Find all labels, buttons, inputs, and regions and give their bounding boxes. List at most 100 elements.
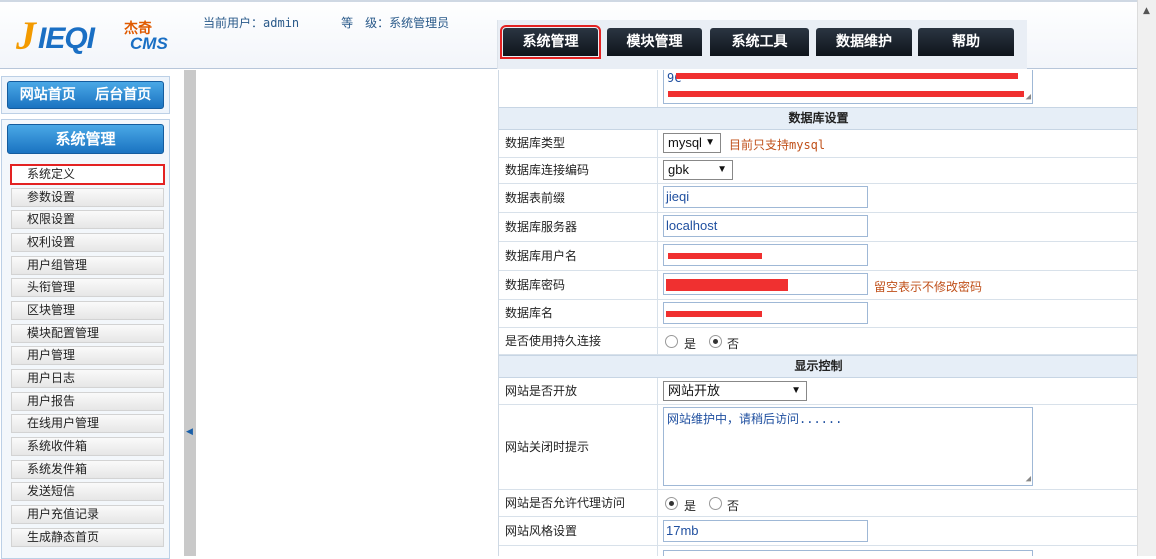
db-user-label: 数据库用户名 [499,242,658,270]
row-site-close-tip: 网站关闭时提示 网站维护中，请稍后访问...... ◢ [499,405,1137,490]
main-nav-tabs: 系统管理 模块管理 系统工具 数据维护 帮助 [497,20,1027,69]
admin-home-link[interactable]: 后台首页 [95,87,151,103]
system-definition-form: 9C ◢ 数据库设置 数据库类型 mysql ▼ 目前只支持mysql 数据库连接… [498,70,1137,556]
db-charset-select[interactable]: gbk ▼ [663,160,733,180]
row-db-name: 数据库名 [499,300,1137,328]
site-style-label: 网站风格设置 [499,517,658,545]
previous-textarea[interactable]: 9C ◢ [663,70,1033,104]
db-persistent-label: 是否使用持久连接 [499,328,658,354]
dropdown-caret-icon: ▼ [705,137,715,148]
site-home-link[interactable]: 网站首页 [20,87,76,103]
redaction-bar [666,279,788,291]
proxy-access-no-radio[interactable] [709,497,722,510]
sidebar-item-system-definition[interactable]: 系统定义 [10,164,165,185]
dropdown-caret-icon: ▼ [791,385,801,396]
db-type-label: 数据库类型 [499,130,658,157]
section-database-settings: 数据库设置 [499,107,1137,130]
tab-help[interactable]: 帮助 [918,28,1014,56]
sidebar-item-blocks[interactable]: 区块管理 [11,301,164,320]
sidebar-item-permission-settings[interactable]: 权限设置 [11,210,164,229]
resize-grip-icon[interactable]: ◢ [1026,92,1031,102]
sidebar-item-users[interactable]: 用户管理 [11,346,164,365]
site-open-select[interactable]: 网站开放 ▼ [663,381,807,401]
logo-ieqi: IEQI [38,22,95,55]
jieqi-cms-logo: J IEQI 杰奇 CMS [10,12,185,58]
db-persistent-no-label: 否 [727,337,740,351]
db-type-note: 目前只支持mysql [729,138,826,152]
db-user-input[interactable] [663,244,868,266]
db-type-value: mysql [668,135,702,150]
proxy-access-yes-label: 是 [684,499,697,513]
proxy-access-no-label: 否 [727,499,740,513]
sidebar-item-titles[interactable]: 头衔管理 [11,278,164,297]
site-close-tip-text: 网站维护中，请稍后访问...... [667,412,843,426]
sidebar-item-system-outbox[interactable]: 系统发件箱 [11,460,164,479]
row-db-prefix: 数据表前缀 jieqi [499,184,1137,213]
sidebar-item-generate-static-home[interactable]: 生成静态首页 [11,528,164,547]
db-charset-value: gbk [668,162,689,177]
row-db-password: 数据库密码 留空表示不修改密码 [499,271,1137,300]
site-open-value: 网站开放 [668,383,721,398]
sidebar-item-parameter-settings[interactable]: 参数设置 [11,188,164,207]
system-menu-panel: 系统管理 系统定义 参数设置 权限设置 权利设置 用户组管理 头衔管理 区块管理… [1,119,170,559]
db-prefix-input[interactable]: jieqi [663,186,868,208]
sidebar-item-online-users[interactable]: 在线用户管理 [11,414,164,433]
section-display-control: 显示控制 [499,355,1137,378]
row-previous-textarea: 9C ◢ [499,70,1137,108]
db-password-note: 留空表示不修改密码 [874,280,983,294]
db-persistent-yes-label: 是 [684,337,697,351]
collapse-arrow-icon[interactable]: ◀ [186,427,193,437]
sidebar-item-recharge-records[interactable]: 用户充值记录 [11,505,164,524]
row-site-open: 网站是否开放 网站开放 ▼ [499,378,1137,405]
page-scrollbar[interactable]: ▲ [1137,0,1156,556]
db-name-label: 数据库名 [499,300,658,327]
tab-data-maintenance[interactable]: 数据维护 [816,28,912,56]
next-textarea[interactable] [663,550,1033,556]
sidebar: 网站首页 后台首页 系统管理 系统定义 参数设置 权限设置 权利设置 用户组管理… [0,70,172,559]
proxy-access-yes-radio[interactable] [665,497,678,510]
quick-links-box: 网站首页 后台首页 [1,76,170,114]
tab-system-tools[interactable]: 系统工具 [710,28,809,56]
sidebar-item-user-reports[interactable]: 用户报告 [11,392,164,411]
header: J IEQI 杰奇 CMS 当前用户：admin 等 级：系统管理员 系统管理 模… [0,0,1156,69]
row-db-type: 数据库类型 mysql ▼ 目前只支持mysql [499,130,1137,158]
site-close-tip-textarea[interactable]: 网站维护中，请稍后访问...... ◢ [663,407,1033,486]
sidebar-item-user-groups[interactable]: 用户组管理 [11,256,164,275]
row-next-field [499,546,1137,556]
row-db-persistent: 是否使用持久连接 是 否 [499,328,1137,355]
logo-j: J [16,13,36,58]
redaction-bar [668,253,762,259]
db-name-input[interactable] [663,302,868,324]
system-menu-title: 系统管理 [7,124,164,154]
redaction-bar [666,311,762,317]
db-type-select[interactable]: mysql ▼ [663,133,721,153]
sidebar-item-system-inbox[interactable]: 系统收件箱 [11,437,164,456]
dropdown-caret-icon: ▼ [717,164,727,175]
redaction-bar [676,73,1018,79]
db-server-label: 数据库服务器 [499,213,658,241]
user-info: 当前用户：admin 等 级：系统管理员 [203,14,449,31]
db-persistent-no-radio[interactable] [709,335,722,348]
proxy-access-label: 网站是否允许代理访问 [499,490,658,516]
tab-system-management[interactable]: 系统管理 [500,25,601,59]
sidebar-item-send-message[interactable]: 发送短信 [11,482,164,501]
db-server-input[interactable]: localhost [663,215,868,237]
sidebar-splitter[interactable]: ◀ [184,70,196,556]
row-db-charset: 数据库连接编码 gbk ▼ [499,158,1137,184]
db-prefix-label: 数据表前缀 [499,184,658,212]
sidebar-item-rights-settings[interactable]: 权利设置 [11,233,164,252]
sidebar-item-module-config[interactable]: 模块配置管理 [11,324,164,343]
db-password-input[interactable] [663,273,868,295]
resize-grip-icon[interactable]: ◢ [1026,474,1031,484]
tab-module-management[interactable]: 模块管理 [607,28,702,56]
redaction-bar [668,91,1024,97]
current-user-label: 当前用户： [203,16,264,30]
site-style-input[interactable]: 17mb [663,520,868,542]
sidebar-item-user-logs[interactable]: 用户日志 [11,369,164,388]
db-password-label: 数据库密码 [499,271,658,299]
current-user-name: admin [263,16,300,30]
scroll-up-arrow-icon[interactable]: ▲ [1143,6,1150,16]
logo-cms: CMS [130,34,168,53]
db-persistent-yes-radio[interactable] [665,335,678,348]
content-spacer [196,70,499,556]
